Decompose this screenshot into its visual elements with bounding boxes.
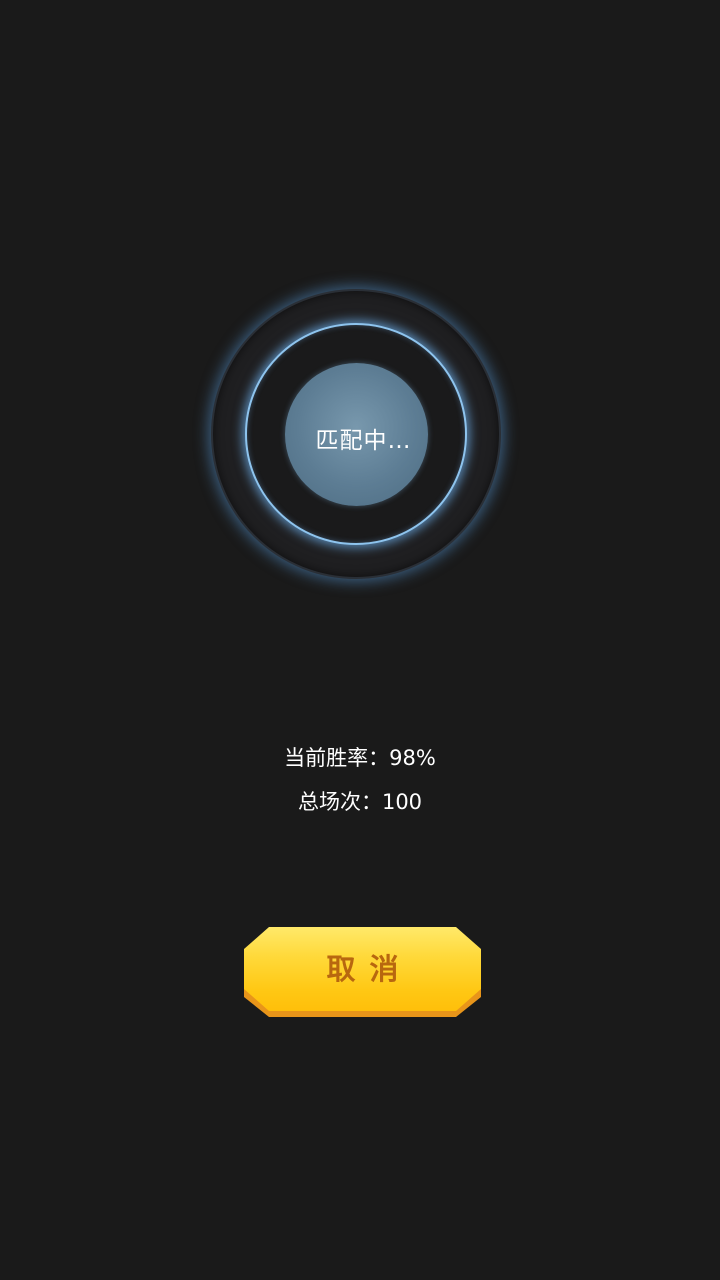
radar-core: 匹配中… [285,363,428,506]
win-rate-label: 当前胜率： [284,746,390,770]
matching-status-text: 匹配中… [315,427,412,454]
total-matches-row: 总场次：100 [0,786,720,816]
win-rate-row: 当前胜率：98% [0,742,720,772]
total-matches-value: 100 [381,790,423,814]
cancel-button-label: 取消 [326,952,413,986]
matchmaking-screen: 匹配中… 当前胜率：98% 总场次：100 取消 [0,0,720,1280]
total-matches-label: 总场次： [297,790,382,814]
cancel-button[interactable]: 取消 [244,927,481,1017]
win-rate-value: 98% [389,746,436,770]
